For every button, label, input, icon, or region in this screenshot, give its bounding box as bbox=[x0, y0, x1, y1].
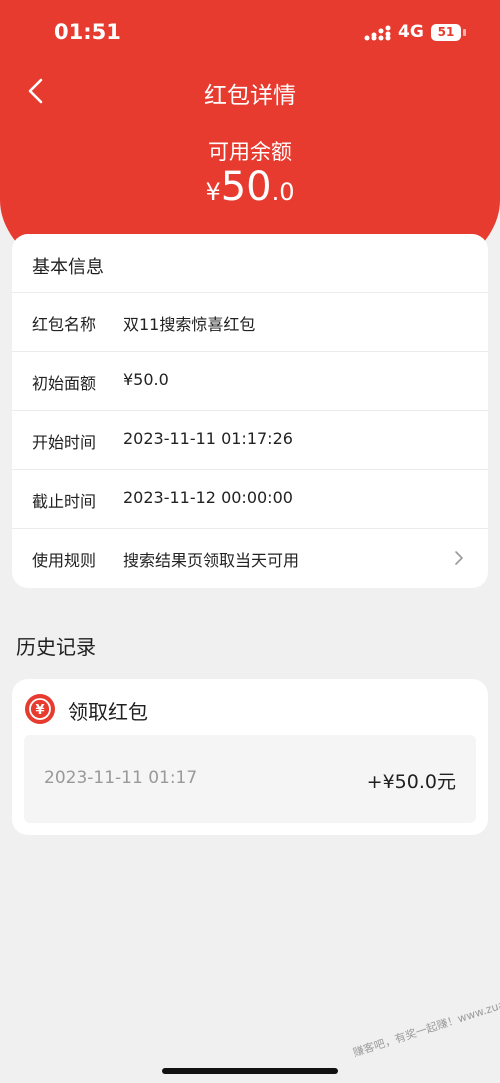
status-time: 01:51 bbox=[54, 20, 121, 44]
info-row-value: 2023-11-11 01:17:26 bbox=[123, 429, 293, 448]
history-title: 历史记录 bbox=[16, 635, 96, 659]
battery-icon: 51 bbox=[431, 24, 461, 41]
balance-decimal: .0 bbox=[271, 178, 295, 206]
info-row-label: 截止时间 bbox=[32, 492, 97, 511]
history-card: ¥ 领取红包 2023-11-11 01:17 +¥50.0元 bbox=[12, 679, 488, 835]
info-row-value: 双11搜索惊喜红包 bbox=[123, 315, 256, 334]
info-row-label: 初始面额 bbox=[32, 374, 97, 393]
home-indicator[interactable] bbox=[162, 1068, 338, 1074]
record-time: 2023-11-11 01:17 bbox=[44, 768, 198, 788]
info-row-usage-rules[interactable]: 使用规则 搜索结果页领取当天可用 bbox=[12, 528, 488, 587]
signal-icon bbox=[364, 25, 391, 41]
history-record: 2023-11-11 01:17 +¥50.0元 bbox=[24, 735, 476, 823]
red-packet-icon: ¥ bbox=[25, 694, 55, 724]
info-section-title: 基本信息 bbox=[32, 257, 104, 278]
balance-amount: ¥50.0 bbox=[0, 164, 500, 210]
balance-integer: 50 bbox=[220, 164, 272, 210]
history-group-label: 领取红包 bbox=[68, 700, 148, 724]
network-type: 4G bbox=[398, 22, 424, 42]
info-row-face-value: 初始面额 ¥50.0 bbox=[12, 351, 488, 410]
info-row-label: 使用规则 bbox=[32, 551, 97, 570]
watermark: 赚客吧，有奖一起赚！www.zuanke8.com bbox=[351, 981, 500, 1060]
info-row-end-time: 截止时间 2023-11-12 00:00:00 bbox=[12, 469, 488, 528]
info-row-value: ¥50.0 bbox=[123, 370, 169, 389]
info-row-label: 开始时间 bbox=[32, 433, 97, 452]
balance-currency: ¥ bbox=[205, 178, 221, 206]
status-bar: 01:51 4G 51 bbox=[0, 0, 500, 66]
info-row-start-time: 开始时间 2023-11-11 01:17:26 bbox=[12, 410, 488, 469]
record-amount: +¥50.0元 bbox=[366, 771, 456, 793]
info-row-label: 红包名称 bbox=[32, 315, 97, 334]
svg-text:¥: ¥ bbox=[35, 703, 44, 718]
chevron-right-icon bbox=[455, 551, 463, 565]
info-card: 基本信息 红包名称 双11搜索惊喜红包 初始面额 ¥50.0 开始时间 2023… bbox=[12, 234, 488, 588]
info-row-value: 2023-11-12 00:00:00 bbox=[123, 488, 293, 507]
balance-label: 可用余额 bbox=[208, 140, 292, 164]
battery-tip bbox=[463, 29, 466, 36]
page-title: 红包详情 bbox=[204, 83, 296, 109]
info-row-value: 搜索结果页领取当天可用 bbox=[123, 551, 300, 570]
info-row-name: 红包名称 双11搜索惊喜红包 bbox=[12, 292, 488, 351]
